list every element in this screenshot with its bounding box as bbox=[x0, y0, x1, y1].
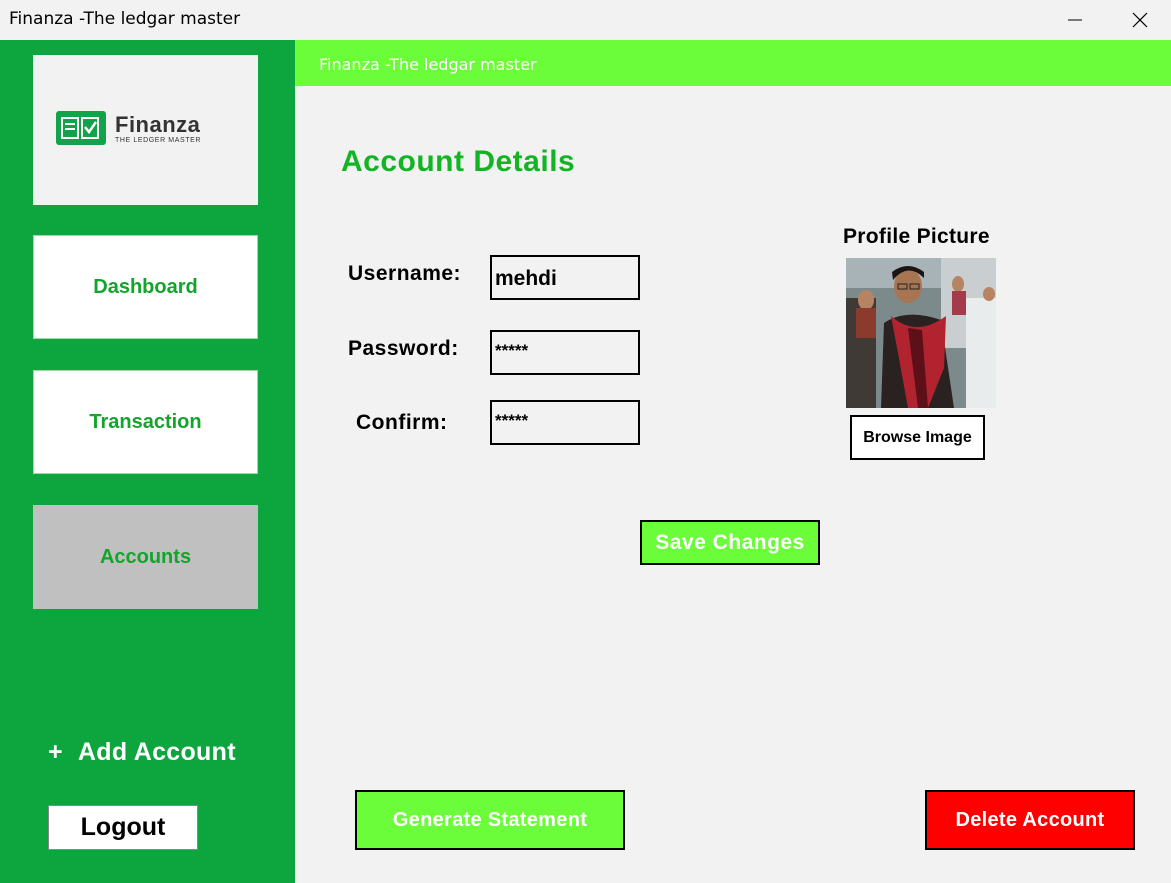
password-label: Password: bbox=[348, 337, 459, 360]
profile-picture-image bbox=[846, 258, 996, 408]
sidebar-item-transaction[interactable]: Transaction bbox=[33, 370, 258, 474]
window-title: Finanza -The ledgar master bbox=[9, 9, 241, 29]
password-value: ***** bbox=[495, 341, 529, 360]
profile-picture-label: Profile Picture bbox=[843, 225, 990, 248]
browse-image-button[interactable]: Browse Image bbox=[850, 415, 985, 460]
close-button[interactable] bbox=[1117, 0, 1163, 40]
confirm-password-field[interactable]: ***** bbox=[490, 400, 640, 445]
add-account-button[interactable]: + Add Account bbox=[48, 738, 236, 767]
logo-tagline: THE LEDGER MASTER bbox=[115, 137, 202, 144]
confirm-label: Confirm: bbox=[356, 411, 448, 434]
username-value: mehdi bbox=[495, 267, 557, 290]
sidebar-item-accounts[interactable]: Accounts bbox=[33, 505, 258, 609]
save-changes-button[interactable]: Save Changes bbox=[640, 520, 820, 565]
username-label: Username: bbox=[348, 262, 462, 285]
close-icon bbox=[1132, 12, 1148, 28]
minimize-button[interactable] bbox=[1052, 0, 1098, 40]
delete-account-button[interactable]: Delete Account bbox=[925, 790, 1135, 850]
sidebar-item-dashboard[interactable]: Dashboard bbox=[33, 235, 258, 339]
generate-statement-button[interactable]: Generate Statement bbox=[355, 790, 625, 850]
logout-button[interactable]: Logout bbox=[48, 805, 198, 850]
username-field[interactable]: mehdi bbox=[490, 255, 640, 300]
password-field[interactable]: ***** bbox=[490, 330, 640, 375]
window-titlebar: Finanza -The ledgar master bbox=[0, 0, 1171, 40]
app-header: Finanza -The ledgar master bbox=[295, 40, 1171, 86]
sidebar: Finanza THE LEDGER MASTER Dashboard Tran… bbox=[0, 40, 295, 883]
confirm-value: ***** bbox=[495, 411, 529, 430]
minimize-icon bbox=[1068, 19, 1082, 21]
finanza-logo-icon bbox=[56, 111, 106, 145]
logo-panel: Finanza THE LEDGER MASTER bbox=[33, 55, 258, 205]
add-account-label: Add Account bbox=[77, 738, 236, 766]
plus-icon: + bbox=[48, 738, 63, 766]
header-title: Finanza -The ledgar master bbox=[319, 55, 537, 74]
logo-name: Finanza bbox=[115, 112, 201, 137]
page-title: Account Details bbox=[341, 145, 576, 178]
